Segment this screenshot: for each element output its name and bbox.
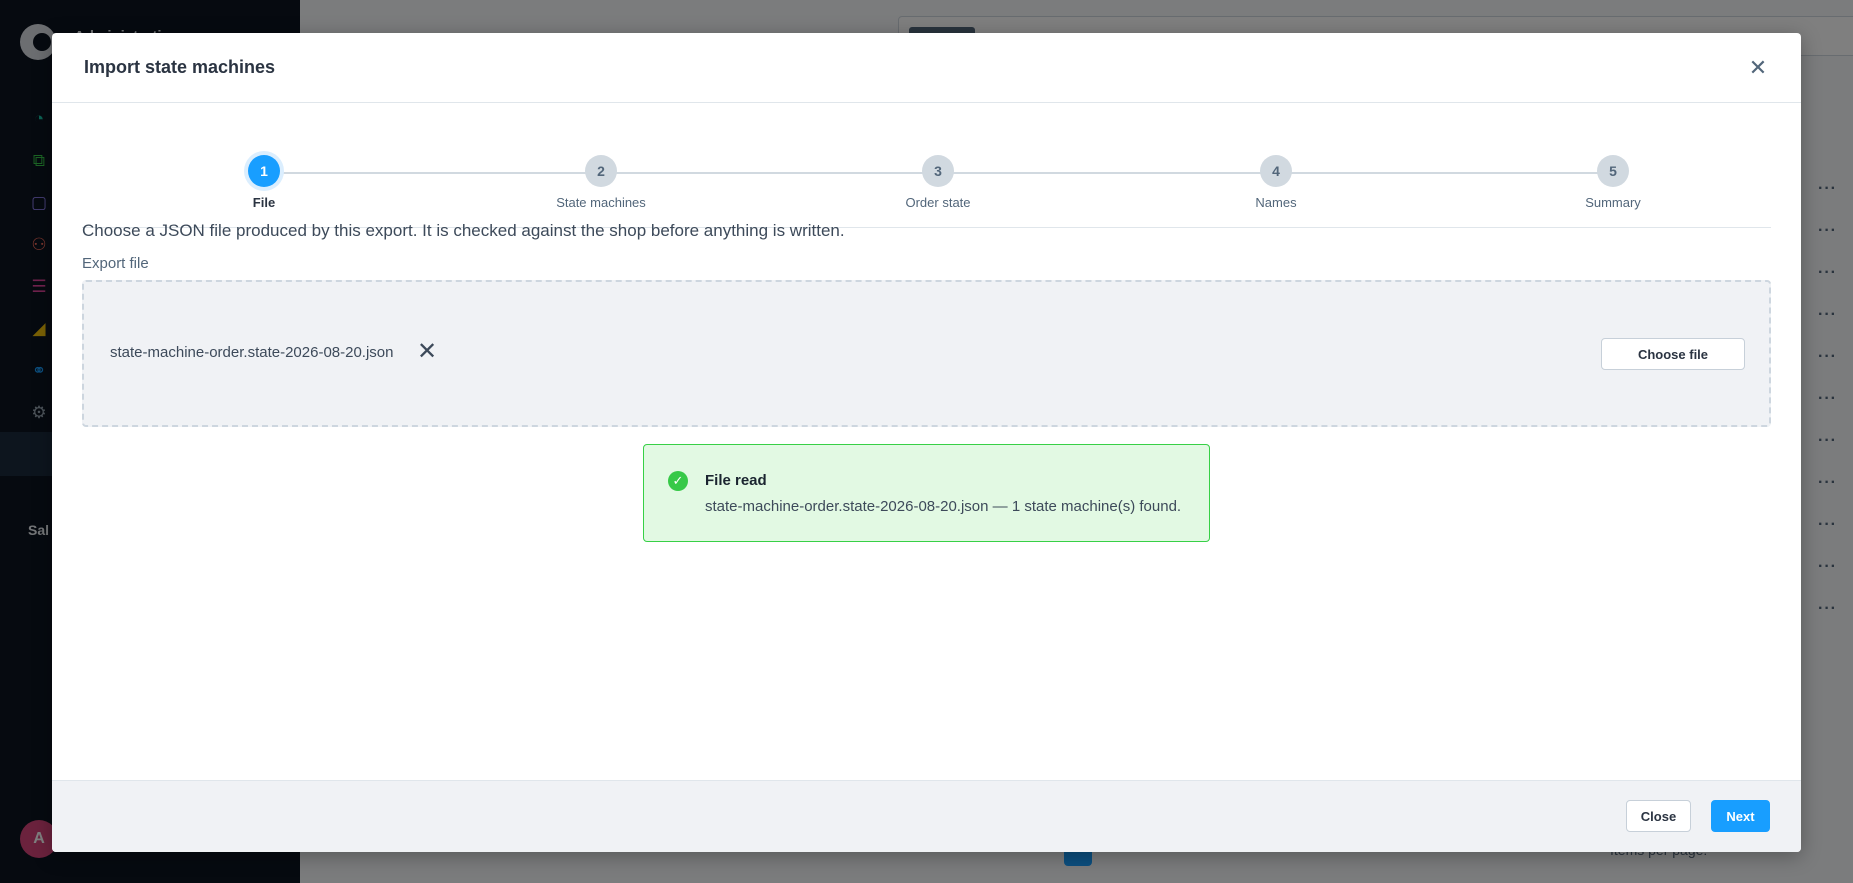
step-label: File bbox=[252, 195, 276, 210]
step-names[interactable]: 4 Names bbox=[1196, 155, 1356, 210]
alert-message: state-machine-order.state-2026-08-20.jso… bbox=[705, 498, 1182, 515]
step-number: 1 bbox=[248, 155, 280, 187]
step-label: Order state bbox=[905, 195, 971, 210]
step-number: 2 bbox=[585, 155, 617, 187]
step-number: 3 bbox=[922, 155, 954, 187]
step-summary[interactable]: 5 Summary bbox=[1533, 155, 1693, 210]
close-button[interactable]: Close bbox=[1626, 800, 1691, 832]
step-number: 5 bbox=[1597, 155, 1629, 187]
step-number: 4 bbox=[1260, 155, 1292, 187]
step-label: Names bbox=[1255, 195, 1297, 210]
step-label: State machines bbox=[556, 195, 646, 210]
step-label: Summary bbox=[1585, 195, 1641, 210]
file-dropzone[interactable]: state-machine-order.state-2026-08-20.jso… bbox=[82, 280, 1771, 427]
modal-footer: Close Next bbox=[52, 780, 1801, 852]
modal-title: Import state machines bbox=[84, 57, 276, 77]
import-intro-text: Choose a JSON file produced by this expo… bbox=[82, 221, 845, 240]
modal-header: Import state machines ✕ bbox=[52, 33, 1801, 103]
step-file[interactable]: 1 File bbox=[184, 155, 344, 210]
import-state-machines-modal: Import state machines ✕ 1 File 2 State m… bbox=[52, 33, 1801, 852]
export-file-label: Export file bbox=[82, 255, 149, 272]
remove-file-icon[interactable]: ✕ bbox=[415, 338, 439, 366]
file-read-success-alert: ✓ File read state-machine-order.state-20… bbox=[643, 444, 1210, 542]
selected-file-name: state-machine-order.state-2026-08-20.jso… bbox=[110, 344, 394, 361]
step-state-machines[interactable]: 2 State machines bbox=[521, 155, 681, 210]
check-circle-icon: ✓ bbox=[668, 471, 688, 491]
import-stepper: 1 File 2 State machines 3 Order state 4 … bbox=[82, 103, 1771, 228]
close-icon[interactable]: ✕ bbox=[1745, 55, 1771, 81]
next-button[interactable]: Next bbox=[1711, 800, 1770, 832]
alert-title: File read bbox=[705, 472, 767, 489]
step-order-state[interactable]: 3 Order state bbox=[858, 155, 1018, 210]
choose-file-button[interactable]: Choose file bbox=[1601, 338, 1745, 370]
